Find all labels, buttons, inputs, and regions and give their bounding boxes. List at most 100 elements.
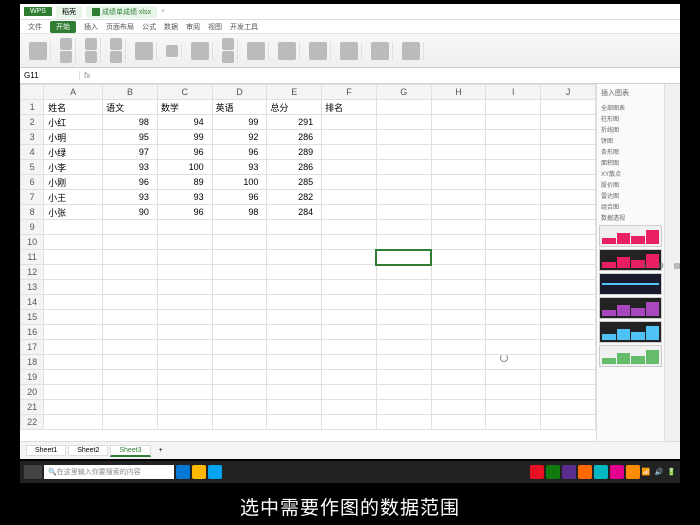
cell[interactable]	[376, 370, 431, 385]
cell[interactable]: 小绿	[44, 145, 103, 160]
cell[interactable]	[431, 175, 486, 190]
row-header[interactable]: 16	[21, 325, 44, 340]
sheet-tab[interactable]: Sheet2	[68, 445, 108, 456]
cell[interactable]	[212, 310, 267, 325]
cell[interactable]	[431, 370, 486, 385]
cell[interactable]	[103, 310, 158, 325]
taskbar-search[interactable]: 🔍 在这里输入你要搜索的内容	[44, 465, 174, 479]
chart-thumb-line[interactable]	[599, 273, 662, 295]
cell[interactable]	[431, 100, 486, 115]
row-header[interactable]: 5	[21, 160, 44, 175]
file-tab-current[interactable]: 成绩单成绩 xlsx	[86, 6, 157, 18]
chart-icon[interactable]	[371, 42, 389, 60]
cell[interactable]	[267, 295, 322, 310]
cell[interactable]	[486, 190, 541, 205]
ribbon-tab[interactable]: 文件	[28, 22, 42, 32]
cell[interactable]	[267, 250, 322, 265]
cell[interactable]: 总分	[267, 100, 322, 115]
cut-icon[interactable]	[60, 38, 72, 50]
cell[interactable]	[376, 220, 431, 235]
cell[interactable]	[212, 280, 267, 295]
row-header[interactable]: 19	[21, 370, 44, 385]
cell[interactable]	[44, 385, 103, 400]
cell[interactable]	[541, 145, 596, 160]
row-header[interactable]: 13	[21, 280, 44, 295]
cell[interactable]	[322, 265, 377, 280]
cell[interactable]	[267, 265, 322, 280]
cell[interactable]	[541, 250, 596, 265]
row-header[interactable]: 21	[21, 400, 44, 415]
cell[interactable]	[486, 310, 541, 325]
row-header[interactable]: 7	[21, 190, 44, 205]
cell[interactable]	[431, 115, 486, 130]
cell[interactable]	[541, 355, 596, 370]
cell[interactable]: 语文	[103, 100, 158, 115]
chart-thumb-bar2[interactable]	[599, 297, 662, 319]
cell[interactable]	[541, 220, 596, 235]
cell[interactable]	[431, 145, 486, 160]
cell[interactable]	[376, 115, 431, 130]
align-left-icon[interactable]	[110, 38, 122, 50]
cell[interactable]	[486, 400, 541, 415]
cell[interactable]	[267, 385, 322, 400]
cell[interactable]	[486, 325, 541, 340]
task-icon[interactable]	[176, 465, 190, 479]
cell[interactable]	[157, 280, 212, 295]
cell[interactable]	[322, 310, 377, 325]
cell[interactable]	[157, 400, 212, 415]
cell[interactable]	[212, 385, 267, 400]
dock-tab[interactable]: ▤	[672, 262, 680, 270]
cell[interactable]: 96	[157, 205, 212, 220]
cell[interactable]	[541, 115, 596, 130]
start-button[interactable]	[24, 465, 42, 479]
cell[interactable]	[376, 250, 431, 265]
cell[interactable]	[267, 280, 322, 295]
cell[interactable]	[103, 355, 158, 370]
cell[interactable]: 286	[267, 130, 322, 145]
cell[interactable]: 96	[103, 175, 158, 190]
cell[interactable]	[103, 340, 158, 355]
cell[interactable]	[376, 385, 431, 400]
cell[interactable]	[486, 295, 541, 310]
cell[interactable]	[322, 355, 377, 370]
battery-icon[interactable]: 🔋	[667, 468, 676, 476]
chart-category[interactable]: 雷达图	[599, 190, 662, 201]
find-icon[interactable]	[340, 42, 358, 60]
app-tab[interactable]: WPS	[24, 7, 52, 16]
dock-tab[interactable]: ✎	[640, 262, 648, 270]
cell[interactable]	[322, 220, 377, 235]
cell[interactable]	[103, 400, 158, 415]
cell[interactable]	[376, 235, 431, 250]
cell[interactable]	[541, 175, 596, 190]
cell[interactable]	[322, 115, 377, 130]
cell[interactable]	[212, 250, 267, 265]
add-sheet-button[interactable]: +	[153, 447, 169, 454]
sheet-tab[interactable]: Sheet3	[110, 445, 150, 457]
italic-icon[interactable]	[85, 51, 97, 63]
cell[interactable]	[157, 310, 212, 325]
cell[interactable]	[486, 130, 541, 145]
cell[interactable]	[541, 370, 596, 385]
cell[interactable]	[322, 325, 377, 340]
tray-icon[interactable]	[578, 465, 592, 479]
cell[interactable]	[103, 280, 158, 295]
freeze-icon[interactable]	[402, 42, 420, 60]
cell[interactable]: 小红	[44, 115, 103, 130]
cell[interactable]	[376, 265, 431, 280]
cell[interactable]: 93	[103, 160, 158, 175]
cell[interactable]	[103, 385, 158, 400]
cell[interactable]	[322, 295, 377, 310]
cell[interactable]: 姓名	[44, 100, 103, 115]
cell[interactable]	[541, 190, 596, 205]
cell[interactable]	[267, 235, 322, 250]
cell[interactable]	[44, 310, 103, 325]
column-header[interactable]: I	[486, 85, 541, 100]
chart-thumb-bar4[interactable]	[599, 345, 662, 367]
cell[interactable]	[212, 370, 267, 385]
cell[interactable]	[541, 340, 596, 355]
filter-icon[interactable]	[309, 42, 327, 60]
name-box[interactable]: G11	[20, 71, 80, 80]
file-tab-other[interactable]: 稻壳	[56, 6, 82, 18]
chart-category[interactable]: XY散点	[599, 168, 662, 179]
cell[interactable]	[541, 265, 596, 280]
